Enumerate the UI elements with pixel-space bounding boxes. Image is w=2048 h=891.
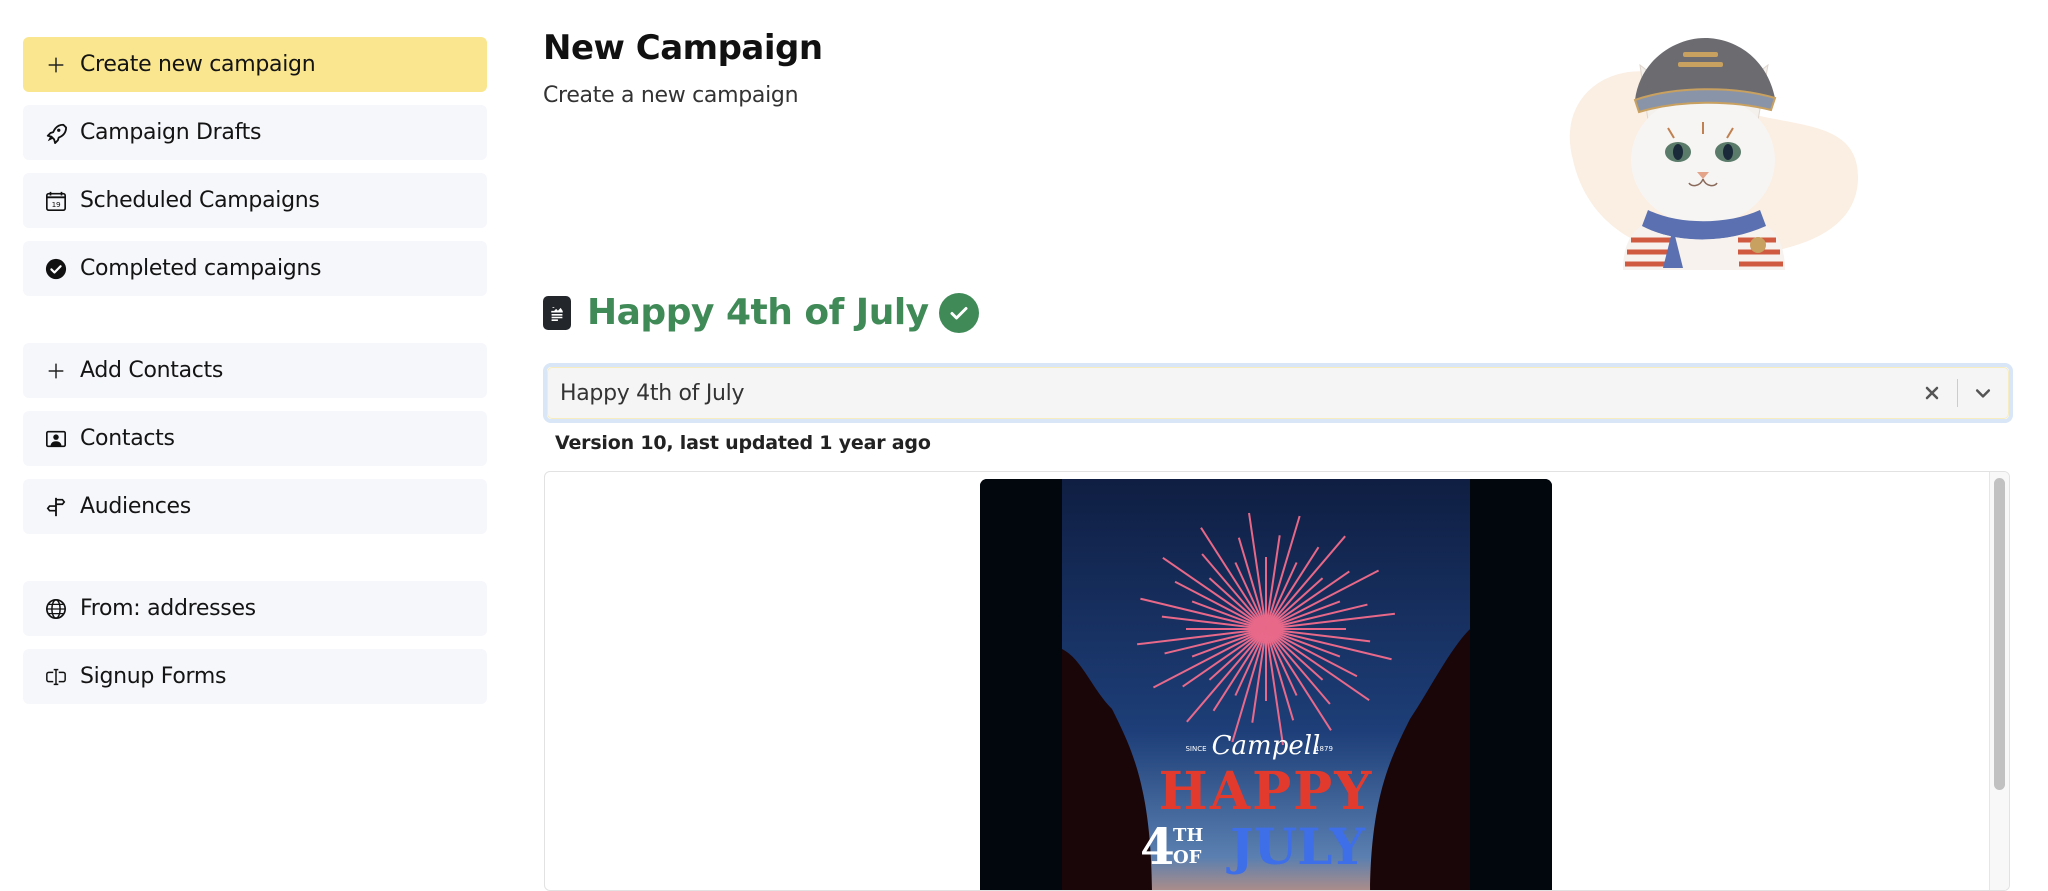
nav-label: Audiences: [80, 494, 191, 519]
nav-label: Add Contacts: [80, 358, 224, 383]
nav-label: Campaign Drafts: [80, 120, 262, 145]
document-image-icon: [543, 295, 571, 330]
campaign-select-input[interactable]: [560, 380, 1907, 406]
sidebar-item-completed-campaigns[interactable]: Completed campaigns: [23, 241, 487, 296]
svg-text:JULY: JULY: [1226, 817, 1366, 876]
svg-text:OF: OF: [1173, 847, 1202, 868]
globe-icon: [44, 597, 68, 621]
plus-icon: [44, 53, 68, 77]
scrollbar-thumb[interactable]: [1994, 478, 2005, 790]
check-circle-icon: [44, 257, 68, 281]
page-subtitle: Create a new campaign: [543, 83, 799, 108]
calendar-icon: 19: [44, 189, 68, 213]
nav-label: Scheduled Campaigns: [80, 188, 320, 213]
nav-label: Create new campaign: [80, 52, 316, 77]
svg-text:HAPPY: HAPPY: [1159, 761, 1374, 822]
sidebar-item-campaign-drafts[interactable]: Campaign Drafts: [23, 105, 487, 160]
sidebar-item-scheduled-campaigns[interactable]: 19 Scheduled Campaigns: [23, 173, 487, 228]
sidebar-item-audiences[interactable]: Audiences: [23, 479, 487, 534]
rocket-icon: [44, 121, 68, 145]
sidebar-item-from-addresses[interactable]: From: addresses: [23, 581, 487, 636]
sidebar-item-signup-forms[interactable]: Signup Forms: [23, 649, 487, 704]
sidebar-item-contacts[interactable]: Contacts: [23, 411, 487, 466]
input-cursor-icon: [44, 665, 68, 689]
sidebar-item-add-contacts[interactable]: Add Contacts: [23, 343, 487, 398]
check-circle-icon: [938, 292, 979, 333]
email-preview: Campell SINCE 1879 HAPPY 4 TH OF JULY: [544, 471, 2010, 891]
nav-label: Contacts: [80, 426, 175, 451]
svg-text:TH: TH: [1173, 825, 1203, 846]
svg-text:1879: 1879: [1315, 745, 1333, 753]
svg-text:4: 4: [1140, 817, 1175, 876]
cat-mascot-illustration: [1553, 30, 1863, 270]
campaign-select[interactable]: [543, 363, 2013, 423]
nav-label: Signup Forms: [80, 664, 227, 689]
nav-label: Completed campaigns: [80, 256, 322, 281]
plus-icon: [44, 359, 68, 383]
clear-icon[interactable]: [1907, 368, 1957, 418]
campaign-title: Happy 4th of July: [587, 292, 929, 333]
sidebar: Create new campaign Campaign Drafts 19 S…: [23, 37, 487, 717]
campaign-header: Happy 4th of July: [543, 292, 979, 333]
page-title: New Campaign: [543, 28, 823, 68]
svg-text:19: 19: [52, 199, 61, 208]
svg-text:SINCE: SINCE: [1185, 745, 1206, 753]
contact-card-icon: [44, 427, 68, 451]
chevron-down-icon[interactable]: [1958, 368, 2008, 418]
svg-text:Campell: Campell: [1212, 731, 1321, 761]
preview-scrollbar[interactable]: [1989, 472, 2009, 890]
version-info: Version 10, last updated 1 year ago: [555, 432, 931, 454]
signpost-icon: [44, 495, 68, 519]
create-new-campaign-button[interactable]: Create new campaign: [23, 37, 487, 92]
nav-label: From: addresses: [80, 596, 256, 621]
campaign-hero-image: Campell SINCE 1879 HAPPY 4 TH OF JULY: [980, 479, 1552, 890]
